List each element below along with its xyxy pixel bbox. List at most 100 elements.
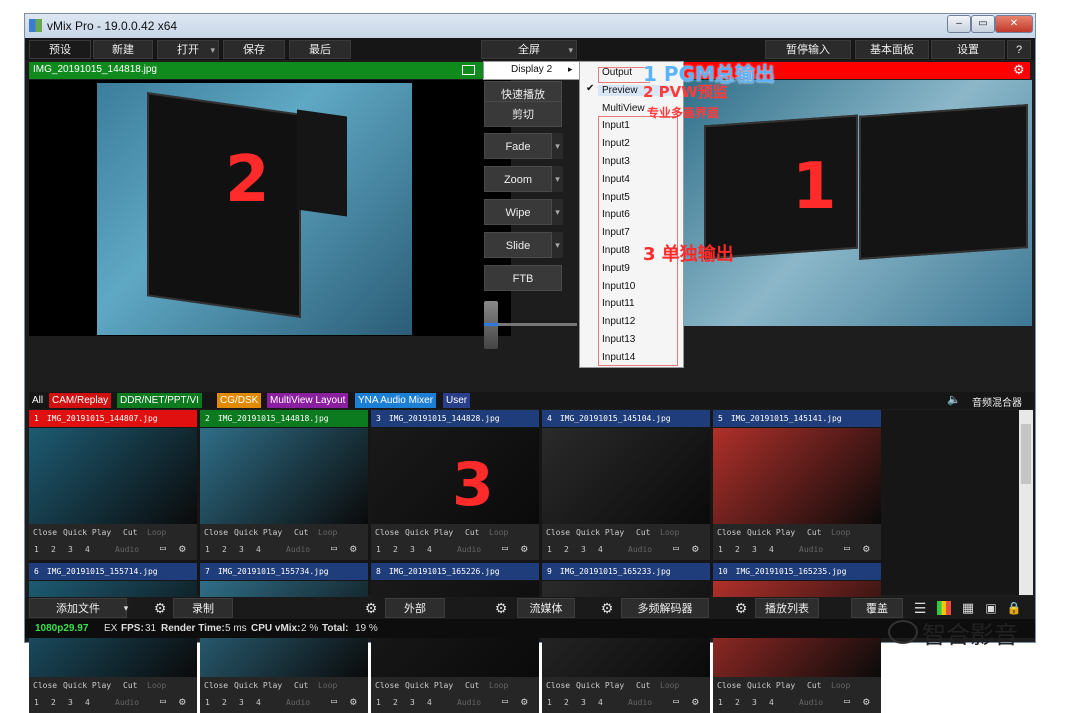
record-settings-gear-icon[interactable]: ⚙ [149,598,171,618]
audio-input-button[interactable]: Audio [286,545,310,554]
overlay-3-button[interactable]: 3 [68,698,73,707]
close-input-button[interactable]: Close [717,528,741,537]
input-tab[interactable]: All [29,393,47,408]
audio-input-button[interactable]: Audio [115,545,139,554]
multicorder-settings-gear-icon[interactable]: ⚙ [596,598,618,618]
zoom-button[interactable]: Zoom [484,166,552,192]
loop-input-button[interactable]: Loop [660,528,679,537]
close-input-button[interactable]: Close [33,681,57,690]
overlay-4-button[interactable]: 4 [427,698,432,707]
playlist-settings-gear-icon[interactable]: ⚙ [730,598,752,618]
gear-icon[interactable]: ⚙ [863,695,870,708]
close-button[interactable]: ✕ [995,15,1033,33]
overlay-4-button[interactable]: 4 [256,545,261,554]
cut-input-button[interactable]: Cut [294,528,308,537]
input-thumbnail[interactable] [713,428,881,524]
overlay-2-button[interactable]: 2 [222,698,227,707]
monitor-icon[interactable]: ▭ [673,696,679,707]
quick-play-input-button[interactable]: Quick Play [234,528,282,537]
quick-play-input-button[interactable]: Quick Play [234,681,282,690]
overlay-3-button[interactable]: 3 [239,545,244,554]
input-header[interactable]: 10 IMG_20191015_165235.jpg [713,563,881,580]
overlay-3-button[interactable]: 3 [410,698,415,707]
overlay-button[interactable]: 覆盖 [851,598,903,618]
overlay-1-button[interactable]: 1 [718,545,723,554]
overlay-2-button[interactable]: 2 [735,698,740,707]
external-button[interactable]: 外部 [385,598,445,618]
display-2-item[interactable]: Display 2 [511,64,552,75]
loop-input-button[interactable]: Loop [660,681,679,690]
overlay-3-button[interactable]: 3 [581,545,586,554]
monitor-icon[interactable]: ▭ [331,696,337,707]
overlay-1-button[interactable]: 1 [34,545,39,554]
t-bar-handle[interactable] [484,301,498,349]
save-button[interactable]: 保存 [223,40,285,59]
cut-input-button[interactable]: Cut [636,528,650,537]
add-input-button[interactable]: 添加文件 [29,598,127,618]
loop-input-button[interactable]: Loop [147,528,166,537]
fullscreen-button[interactable]: 全屏 [481,40,577,60]
gear-icon[interactable]: ⚙ [350,542,357,555]
monitor-icon[interactable]: ▭ [160,543,166,554]
overlay-4-button[interactable]: 4 [85,698,90,707]
quick-play-input-button[interactable]: Quick Play [576,681,624,690]
overlay-4-button[interactable]: 4 [769,698,774,707]
gear-icon[interactable]: ⚙ [521,542,528,555]
menu-item[interactable]: MultiView [602,103,645,114]
overlay-4-button[interactable]: 4 [769,545,774,554]
input-tab[interactable]: User [443,393,471,408]
gear-icon[interactable]: ⚙ [863,542,870,555]
loop-input-button[interactable]: Loop [147,681,166,690]
overlay-1-button[interactable]: 1 [376,545,381,554]
input-thumbnail[interactable] [200,428,368,524]
input-tab[interactable]: YNA Audio Mixer [355,393,437,408]
cut-input-button[interactable]: Cut [807,681,821,690]
overlay-4-button[interactable]: 4 [256,698,261,707]
audio-input-button[interactable]: Audio [628,545,652,554]
slide-dropdown[interactable]: ▾ [552,232,563,258]
quick-play-input-button[interactable]: Quick Play [747,528,795,537]
loop-input-button[interactable]: Loop [831,528,850,537]
quick-play-input-button[interactable]: Quick Play [576,528,624,537]
input-tile[interactable]: 9 IMG_20191015_165233.jpg Close Quick Play C… [542,563,710,713]
overlay-1-button[interactable]: 1 [205,545,210,554]
fade-button[interactable]: Fade [484,133,552,159]
overlay-4-button[interactable]: 4 [598,698,603,707]
input-tab[interactable]: CG/DSK [217,393,262,408]
input-header[interactable]: 1 IMG_20191015_144807.jpg [29,410,197,427]
cut-button[interactable]: 剪切 [484,101,562,127]
input-header[interactable]: 7 IMG_20191015_155734.jpg [200,563,368,580]
audio-mixer-button[interactable]: 音频混合器 [972,394,1022,409]
monitor-icon[interactable]: ▭ [331,543,337,554]
input-tile[interactable]: 1 IMG_20191015_144807.jpg Close Quick Play C… [29,410,197,560]
cut-input-button[interactable]: Cut [123,528,137,537]
inputs-scrollbar[interactable] [1019,410,1033,595]
open-button[interactable]: 打开 [157,40,219,60]
overlay-2-button[interactable]: 2 [393,698,398,707]
quick-play-input-button[interactable]: Quick Play [63,681,111,690]
cut-input-button[interactable]: Cut [465,528,479,537]
close-input-button[interactable]: Close [204,681,228,690]
quick-play-input-button[interactable]: Quick Play [405,681,453,690]
gear-icon[interactable]: ⚙ [692,542,699,555]
cut-input-button[interactable]: Cut [465,681,479,690]
audio-input-button[interactable]: Audio [628,698,652,707]
close-input-button[interactable]: Close [33,528,57,537]
recent-button[interactable]: 最后 [289,40,351,59]
close-input-button[interactable]: Close [546,681,570,690]
input-tile[interactable]: 10 IMG_20191015_165235.jpg Close Quick Play… [713,563,881,713]
overlay-2-button[interactable]: 2 [393,545,398,554]
close-input-button[interactable]: Close [375,681,399,690]
overlay-3-button[interactable]: 3 [239,698,244,707]
gear-icon[interactable]: ⚙ [179,695,186,708]
gear-icon[interactable]: ⚙ [179,542,186,555]
overlay-3-button[interactable]: 3 [752,698,757,707]
input-tile[interactable]: 8 IMG_20191015_165226.jpg Close Quick Play C… [371,563,539,713]
overlay-2-button[interactable]: 2 [564,698,569,707]
overlay-4-button[interactable]: 4 [598,545,603,554]
record-button[interactable]: 录制 [173,598,233,618]
cut-input-button[interactable]: Cut [807,528,821,537]
quick-play-input-button[interactable]: Quick Play [747,681,795,690]
overlay-2-button[interactable]: 2 [51,698,56,707]
cut-input-button[interactable]: Cut [636,681,650,690]
